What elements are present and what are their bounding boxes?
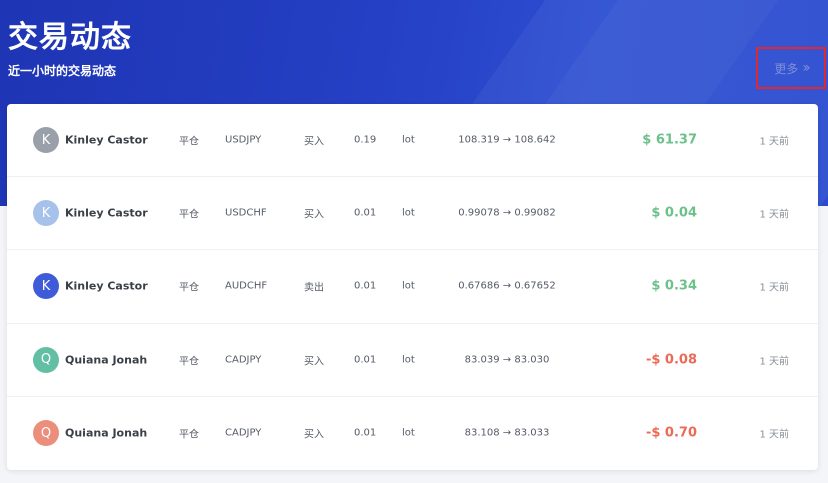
trade-symbol: USDJPY xyxy=(225,134,262,146)
avatar: K xyxy=(33,200,59,227)
trade-symbol: USDCHF xyxy=(225,207,267,219)
trade-status: 平仓 xyxy=(179,282,199,294)
double-chevron-right-icon: ›› xyxy=(802,60,810,76)
trade-time: 1 天前 xyxy=(759,429,789,441)
avatar: Q xyxy=(33,420,59,447)
trade-list: K Kinley Castor 平仓 USDJPY 买入 0.19 lot 108.319 →… xyxy=(7,104,818,470)
trader-name: Kinley Castor xyxy=(65,206,148,220)
trader-name: Quiana Jonah xyxy=(65,353,148,367)
trader-name: Kinley Castor xyxy=(65,279,148,293)
page-title: 交易动态 xyxy=(8,20,132,55)
trade-symbol: CADJPY xyxy=(225,427,262,439)
avatar: K xyxy=(33,127,59,154)
trade-row[interactable]: K Kinley Castor 平仓 AUDCHF 卖出 0.01 lot 0.67686 →… xyxy=(7,250,818,324)
trade-time: 1 天前 xyxy=(759,209,789,221)
trade-time: 1 天前 xyxy=(759,356,789,368)
trade-volume: 0.01 xyxy=(354,280,377,292)
trade-status: 平仓 xyxy=(179,429,199,441)
trade-unit: lot xyxy=(402,427,415,439)
more-label: 更多 xyxy=(774,61,799,76)
trade-profit: $ 61.37 xyxy=(642,132,697,148)
trade-volume: 0.01 xyxy=(354,427,377,439)
more-link[interactable]: 更多 ›› xyxy=(756,47,826,89)
trade-unit: lot xyxy=(402,280,415,292)
trade-row[interactable]: Q Quiana Jonah 平仓 CADJPY 买入 0.01 lot 83.039 → 8… xyxy=(7,324,818,397)
trade-profit: -$ 0.70 xyxy=(645,425,697,441)
avatar: K xyxy=(33,273,59,300)
trade-time: 1 天前 xyxy=(759,136,789,148)
trade-unit: lot xyxy=(402,207,415,219)
trade-status: 平仓 xyxy=(179,209,199,221)
trade-unit: lot xyxy=(402,354,415,366)
trade-row[interactable]: K Kinley Castor 平仓 USDJPY 买入 0.19 lot 108.319 →… xyxy=(7,104,818,178)
trader-name: Quiana Jonah xyxy=(65,426,148,440)
price-change: 83.108 → 83.033 xyxy=(464,427,550,439)
trade-profit: -$ 0.08 xyxy=(645,352,697,368)
price-change: 83.039 → 83.030 xyxy=(464,354,550,366)
trade-row[interactable]: Q Quiana Jonah 平仓 CADJPY 买入 0.01 lot 83.108 → 8… xyxy=(7,397,818,470)
trade-side: 卖出 xyxy=(304,282,324,294)
trade-symbol: AUDCHF xyxy=(225,280,268,292)
trade-volume: 0.01 xyxy=(354,207,377,219)
price-change: 0.67686 → 0.67652 xyxy=(458,280,556,292)
trade-side: 买入 xyxy=(304,356,324,368)
trade-profit: $ 0.04 xyxy=(651,205,697,221)
trade-volume: 0.19 xyxy=(354,134,377,146)
avatar: Q xyxy=(33,346,59,373)
trade-symbol: CADJPY xyxy=(225,354,262,366)
trade-side: 买入 xyxy=(304,209,324,221)
trader-name: Kinley Castor xyxy=(65,133,148,147)
trade-side: 买入 xyxy=(304,136,324,148)
trade-row[interactable]: K Kinley Castor 平仓 USDCHF 买入 0.01 lot 0.99078 →… xyxy=(7,177,818,251)
page-subtitle: 近一小时的交易动态 xyxy=(8,64,117,78)
trade-status: 平仓 xyxy=(179,356,199,368)
trade-time: 1 天前 xyxy=(759,282,789,294)
trade-volume: 0.01 xyxy=(354,354,377,366)
trade-unit: lot xyxy=(402,134,415,146)
price-change: 0.99078 → 0.99082 xyxy=(458,207,556,219)
trade-status: 平仓 xyxy=(179,136,199,148)
trade-side: 买入 xyxy=(304,429,324,441)
price-change: 108.319 → 108.642 xyxy=(458,134,556,146)
trade-profit: $ 0.34 xyxy=(651,278,697,294)
